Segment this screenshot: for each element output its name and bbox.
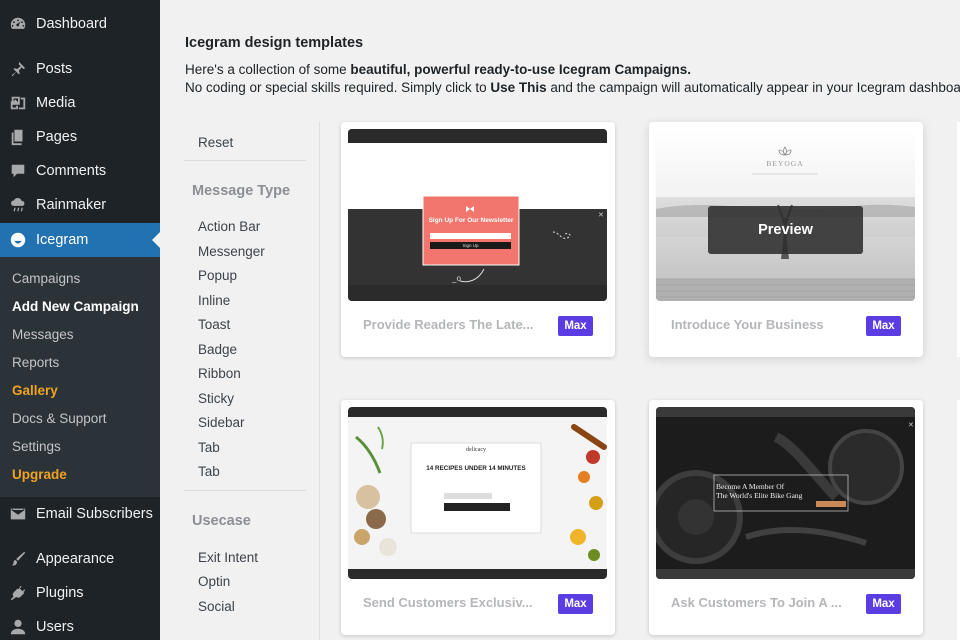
max-badge[interactable]: Max bbox=[866, 316, 901, 336]
filter-messenger[interactable]: Messenger bbox=[198, 244, 265, 259]
submenu-campaigns[interactable]: Campaigns bbox=[12, 271, 80, 286]
menu-label: Icegram bbox=[36, 232, 89, 248]
template-title: Ask Customers To Join A ... bbox=[671, 595, 842, 610]
menu-icegram[interactable]: Icegram bbox=[0, 223, 160, 257]
template-title: Provide Readers The Late... bbox=[363, 317, 534, 332]
pin-icon bbox=[8, 59, 28, 79]
submenu-messages[interactable]: Messages bbox=[12, 327, 74, 342]
filter-popup[interactable]: Popup bbox=[198, 268, 237, 283]
thumb-headline-2: The World's Elite Bike Gang bbox=[716, 491, 803, 500]
svg-text:✕: ✕ bbox=[598, 212, 604, 219]
dashboard-icon bbox=[8, 14, 28, 34]
intro-text: Here's a collection of some bbox=[185, 62, 351, 77]
intro-text-line-2: No coding or special skills required. Si… bbox=[185, 80, 960, 95]
filter-sidebar[interactable]: Sidebar bbox=[198, 415, 245, 430]
intro-text-bold: beautiful, powerful ready-to-use Icegram… bbox=[350, 62, 691, 77]
template-title: Introduce Your Business bbox=[671, 317, 824, 332]
filter-social[interactable]: Social bbox=[198, 599, 235, 614]
thumb-headline: Sign Up For Our Newsletter bbox=[428, 217, 514, 224]
menu-plugins[interactable]: Plugins bbox=[0, 576, 160, 610]
menu-label: Users bbox=[36, 619, 74, 635]
main-content: Icegram design templates Here's a collec… bbox=[160, 0, 960, 640]
user-icon bbox=[8, 617, 28, 637]
page-title: Icegram design templates bbox=[185, 35, 364, 51]
icegram-submenu: Campaigns Add New Campaign Messages Repo… bbox=[0, 257, 160, 497]
menu-label: Media bbox=[36, 95, 76, 111]
menu-media[interactable]: Media bbox=[0, 86, 160, 120]
current-menu-arrow bbox=[152, 232, 160, 248]
template-card[interactable]: BEYOGA Preview Introduce Your Business M… bbox=[649, 122, 923, 357]
preview-button[interactable]: Preview bbox=[708, 206, 863, 254]
cloud-rain-icon bbox=[8, 195, 28, 215]
filter-divider bbox=[184, 160, 306, 161]
filter-action-bar[interactable]: Action Bar bbox=[198, 219, 260, 234]
template-thumbnail: delicacy 14 RECIPES UNDER 14 MINUTES bbox=[348, 407, 607, 579]
filter-tab-2[interactable]: Tab bbox=[198, 464, 220, 479]
menu-posts[interactable]: Posts bbox=[0, 52, 160, 86]
menu-label: Plugins bbox=[36, 585, 84, 601]
intro-text: and the campaign will automatically appe… bbox=[546, 80, 960, 95]
submenu-upgrade[interactable]: Upgrade bbox=[12, 467, 67, 482]
submenu-docs-support[interactable]: Docs & Support bbox=[12, 411, 107, 426]
template-filters: Reset Message Type Action Bar Messenger … bbox=[184, 122, 320, 640]
max-badge[interactable]: Max bbox=[558, 316, 593, 336]
svg-text:✕: ✕ bbox=[908, 422, 914, 429]
thumb-brand: delicacy bbox=[466, 447, 486, 453]
menu-label: Rainmaker bbox=[36, 197, 107, 213]
template-card[interactable]: ✕ Become A Member Of The World's Elite B… bbox=[649, 400, 923, 635]
submenu-add-new-campaign[interactable]: Add New Campaign bbox=[12, 299, 139, 314]
intro-text: No coding or special skills required. Si… bbox=[185, 80, 491, 95]
filter-inline[interactable]: Inline bbox=[198, 293, 230, 308]
filter-heading-usecase: Usecase bbox=[192, 513, 251, 529]
comment-icon bbox=[8, 161, 28, 181]
template-card[interactable]: _o ✕ Sign Up For Our Newsletter Sign Up … bbox=[341, 122, 615, 357]
thumb-headline: 14 RECIPES UNDER 14 MINUTES bbox=[426, 465, 526, 472]
menu-label: Pages bbox=[36, 129, 78, 145]
menu-label: Dashboard bbox=[36, 16, 107, 32]
svg-text:BEYOGA: BEYOGA bbox=[766, 159, 803, 168]
menu-appearance[interactable]: Appearance bbox=[0, 542, 160, 576]
brush-icon bbox=[8, 549, 28, 569]
filter-ribbon[interactable]: Ribbon bbox=[198, 366, 241, 381]
filter-reset[interactable]: Reset bbox=[198, 135, 233, 150]
thumb-signup-button: Sign Up bbox=[462, 243, 479, 248]
template-title: Send Customers Exclusiv... bbox=[363, 595, 533, 610]
menu-label: Appearance bbox=[36, 551, 115, 567]
max-badge[interactable]: Max bbox=[558, 594, 593, 614]
thumb-headline-1: Become A Member Of bbox=[716, 482, 785, 491]
filter-badge[interactable]: Badge bbox=[198, 342, 237, 357]
template-card[interactable]: delicacy 14 RECIPES UNDER 14 MINUTES Sen… bbox=[341, 400, 615, 635]
filter-exit-intent[interactable]: Exit Intent bbox=[198, 550, 258, 565]
menu-label: Posts bbox=[36, 61, 73, 77]
filter-heading-message-type: Message Type bbox=[192, 183, 291, 199]
email-icon bbox=[8, 504, 28, 524]
media-icon bbox=[8, 93, 28, 113]
menu-rainmaker[interactable]: Rainmaker bbox=[0, 188, 160, 222]
menu-comments[interactable]: Comments bbox=[0, 154, 160, 188]
plug-icon bbox=[8, 583, 28, 603]
filter-tab[interactable]: Tab bbox=[198, 440, 220, 455]
max-badge[interactable]: Max bbox=[866, 594, 901, 614]
menu-label: Comments bbox=[36, 163, 107, 179]
icegram-icon bbox=[8, 230, 28, 250]
submenu-gallery[interactable]: Gallery bbox=[12, 383, 58, 398]
intro-text-line-1: Here's a collection of some beautiful, p… bbox=[185, 62, 691, 77]
admin-sidebar: Dashboard Posts Media Pages Comments Rai… bbox=[0, 0, 160, 640]
menu-dashboard[interactable]: Dashboard bbox=[0, 7, 160, 41]
pages-icon bbox=[8, 127, 28, 147]
intro-text-bold: Use This bbox=[490, 80, 547, 95]
filter-sticky[interactable]: Sticky bbox=[198, 391, 234, 406]
filter-divider bbox=[184, 490, 306, 491]
template-thumbnail: ✕ Become A Member Of The World's Elite B… bbox=[656, 407, 915, 579]
filter-optin[interactable]: Optin bbox=[198, 574, 230, 589]
template-thumbnail: _o ✕ Sign Up For Our Newsletter Sign Up bbox=[348, 129, 607, 301]
svg-text:_o: _o bbox=[451, 274, 461, 283]
submenu-settings[interactable]: Settings bbox=[12, 439, 61, 454]
menu-pages[interactable]: Pages bbox=[0, 120, 160, 154]
menu-email-subscribers[interactable]: Email Subscribers bbox=[0, 497, 160, 531]
menu-users[interactable]: Users bbox=[0, 610, 160, 640]
filter-toast[interactable]: Toast bbox=[198, 317, 230, 332]
submenu-reports[interactable]: Reports bbox=[12, 355, 59, 370]
menu-label: Email Subscribers bbox=[36, 506, 153, 522]
